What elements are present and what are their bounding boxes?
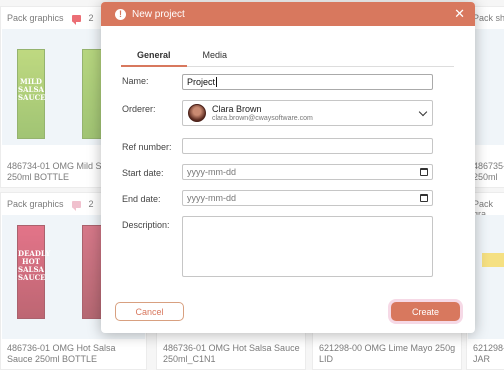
tab-general[interactable]: General	[121, 46, 187, 67]
avatar	[188, 104, 206, 122]
dialog-title-bar: ! New project ✕	[101, 2, 475, 26]
create-button[interactable]: Create	[391, 302, 460, 321]
name-field[interactable]: Project	[182, 74, 433, 90]
dialog-title: New project	[132, 8, 185, 20]
start-date-label: Start date:	[122, 168, 164, 178]
orderer-email: clara.brown@cwaysoftware.com	[212, 114, 313, 122]
cancel-button[interactable]: Cancel	[115, 302, 184, 321]
text-cursor	[216, 77, 218, 87]
end-date-label: End date:	[122, 194, 161, 204]
name-label: Name:	[122, 76, 149, 86]
orderer-label: Orderer:	[122, 104, 156, 114]
end-date-field[interactable]: yyyy-mm-dd	[182, 190, 433, 206]
ref-number-label: Ref number:	[122, 142, 172, 152]
ref-number-field[interactable]	[182, 138, 433, 154]
calendar-icon[interactable]	[420, 168, 428, 176]
dialog-tabs: General Media	[121, 46, 454, 67]
info-icon: !	[115, 8, 126, 20]
description-label: Description:	[122, 220, 170, 230]
close-icon[interactable]: ✕	[454, 7, 465, 20]
new-project-dialog: ! New project ✕ General Media Name: Proj…	[101, 2, 475, 333]
calendar-icon[interactable]	[420, 194, 428, 202]
tab-media[interactable]: Media	[187, 46, 244, 66]
start-date-field[interactable]: yyyy-mm-dd	[182, 164, 433, 180]
chevron-down-icon[interactable]	[418, 107, 428, 117]
orderer-name: Clara Brown	[212, 103, 262, 114]
description-textarea[interactable]	[182, 216, 433, 277]
orderer-select[interactable]: Clara Brown clara.brown@cwaysoftware.com	[182, 100, 433, 126]
